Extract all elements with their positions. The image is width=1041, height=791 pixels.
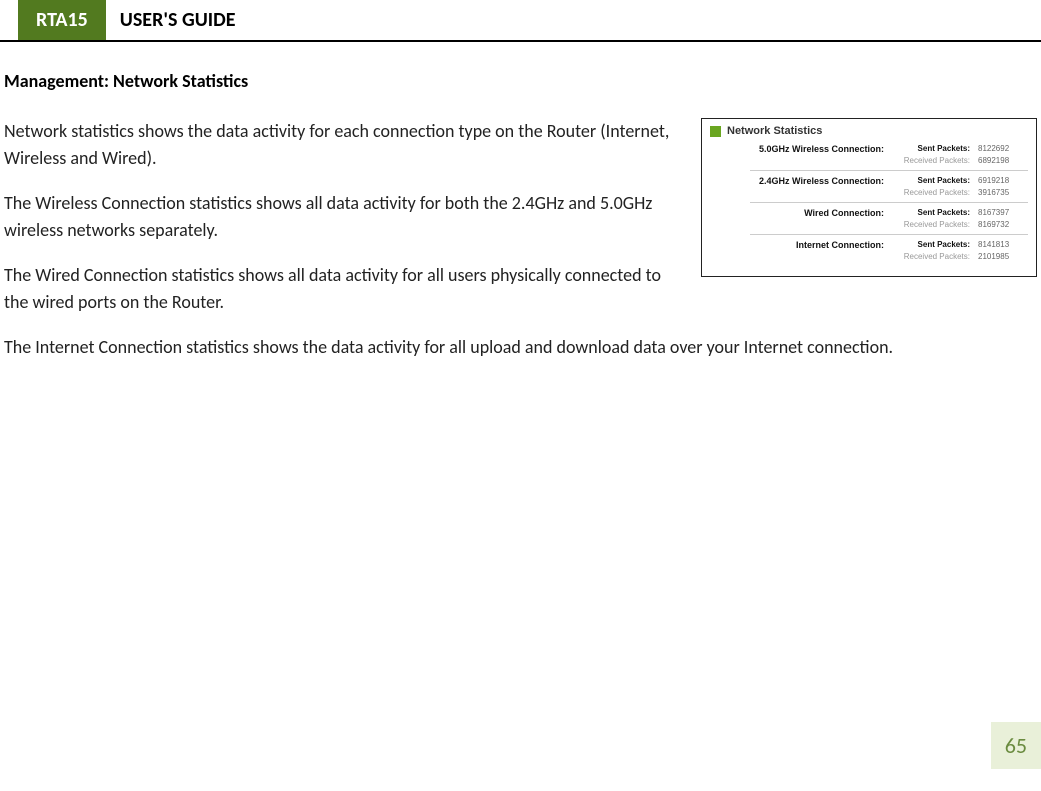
sent-label: Sent Packets: bbox=[892, 240, 970, 250]
divider-line bbox=[750, 170, 1028, 171]
recv-label: Received Packets: bbox=[892, 188, 970, 197]
paragraph-1: Network statistics shows the data activi… bbox=[4, 118, 677, 172]
screenshot-title-row: Network Statistics bbox=[710, 125, 1028, 137]
header-badge: RTA15 bbox=[18, 0, 106, 40]
sent-value-internet: 8141813 bbox=[978, 240, 1028, 250]
recv-label: Received Packets: bbox=[892, 156, 970, 165]
stat-block-5ghz: 5.0GHz Wireless Connection: Sent Packets… bbox=[710, 143, 1028, 166]
divider-line bbox=[750, 234, 1028, 235]
body-text-column: Network statistics shows the data activi… bbox=[4, 118, 677, 334]
sent-label: Sent Packets: bbox=[892, 144, 970, 154]
sent-label: Sent Packets: bbox=[892, 208, 970, 218]
recv-value-internet: 2101985 bbox=[978, 252, 1028, 261]
paragraph-4: The Internet Connection statistics shows… bbox=[4, 334, 1037, 361]
header-title: USER'S GUIDE bbox=[106, 0, 250, 40]
sent-value-wired: 8167397 bbox=[978, 208, 1028, 218]
recv-value-wired: 8169732 bbox=[978, 220, 1028, 229]
sent-label: Sent Packets: bbox=[892, 176, 970, 186]
green-square-icon bbox=[710, 126, 721, 137]
body-text-full: The Internet Connection statistics shows… bbox=[4, 334, 1037, 361]
paragraph-2: The Wireless Connection statistics shows… bbox=[4, 190, 677, 244]
sent-value-5ghz: 8122692 bbox=[978, 144, 1028, 154]
paragraph-3: The Wired Connection statistics shows al… bbox=[4, 262, 677, 316]
recv-value-24ghz: 3916735 bbox=[978, 188, 1028, 197]
recv-label: Received Packets: bbox=[892, 252, 970, 261]
section-title: Management: Network Statistics bbox=[4, 70, 1037, 92]
conn-label-24ghz: 2.4GHz Wireless Connection: bbox=[710, 176, 884, 186]
conn-label-5ghz: 5.0GHz Wireless Connection: bbox=[710, 144, 884, 154]
network-statistics-screenshot: Network Statistics 5.0GHz Wireless Conne… bbox=[701, 118, 1037, 277]
recv-label: Received Packets: bbox=[892, 220, 970, 229]
document-header: RTA15 USER'S GUIDE bbox=[0, 0, 1041, 42]
stat-block-24ghz: 2.4GHz Wireless Connection: Sent Packets… bbox=[710, 175, 1028, 198]
screenshot-title-text: Network Statistics bbox=[727, 125, 822, 137]
conn-label-wired: Wired Connection: bbox=[710, 208, 884, 218]
stat-block-wired: Wired Connection: Sent Packets: 8167397 … bbox=[710, 207, 1028, 230]
stat-block-internet: Internet Connection: Sent Packets: 81418… bbox=[710, 239, 1028, 262]
divider-line bbox=[750, 202, 1028, 203]
sent-value-24ghz: 6919218 bbox=[978, 176, 1028, 186]
recv-value-5ghz: 6892198 bbox=[978, 156, 1028, 165]
conn-label-internet: Internet Connection: bbox=[710, 240, 884, 250]
page-number: 65 bbox=[991, 722, 1041, 769]
